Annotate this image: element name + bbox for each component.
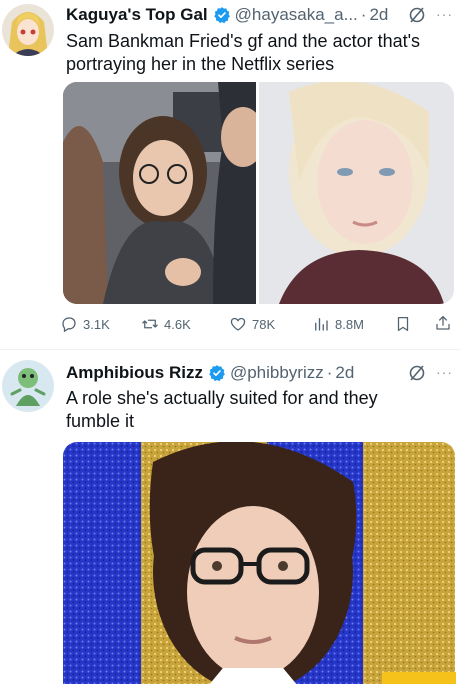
timestamp[interactable]: 2d	[335, 363, 354, 383]
like-count: 78K	[252, 316, 276, 332]
views-count: 8.8M	[335, 316, 364, 332]
more-options-icon[interactable]: ···	[436, 364, 453, 380]
views-icon	[315, 318, 328, 331]
photo-left[interactable]	[63, 82, 256, 304]
bookmark-button[interactable]	[394, 315, 412, 333]
verified-badge-icon	[213, 6, 231, 24]
handle[interactable]: @phibbyrizz	[230, 363, 324, 383]
tweet-header: Kaguya's Top Gal @hayasaka_a... · 2d	[66, 4, 388, 26]
handle[interactable]: @hayasaka_a...	[235, 5, 358, 25]
verified-badge-icon	[208, 364, 226, 382]
tweet-text: Sam Bankman Fried's gf and the actor tha…	[66, 31, 421, 74]
avatar[interactable]	[2, 4, 54, 56]
action-bar: 3.1K 4.6K 78K 8.8M	[60, 313, 460, 337]
timestamp[interactable]: 2d	[369, 5, 388, 25]
tweet-1[interactable]: Kaguya's Top Gal @hayasaka_a... · 2d ···…	[0, 0, 460, 350]
reply-button[interactable]: 3.1K	[60, 315, 110, 333]
share-button[interactable]	[434, 314, 452, 332]
separator-dot: ·	[360, 5, 367, 24]
display-name[interactable]: Amphibious Rizz	[66, 363, 203, 383]
bookmark-icon	[397, 316, 409, 332]
tweet-header: Amphibious Rizz @phibbyrizz · 2d	[66, 362, 354, 384]
grok-icon[interactable]	[407, 5, 427, 25]
tweet-text: A role she's actually suited for and the…	[66, 388, 378, 431]
retweet-icon	[142, 319, 158, 329]
reply-count: 3.1K	[83, 316, 110, 332]
photo-right[interactable]	[259, 82, 454, 304]
like-button[interactable]: 78K	[229, 315, 275, 333]
grok-icon[interactable]	[407, 363, 427, 383]
separator-dot: ·	[326, 363, 333, 382]
share-icon	[436, 315, 450, 330]
reply-icon	[62, 317, 76, 333]
views-button[interactable]: 8.8M	[312, 315, 364, 333]
more-options-icon[interactable]: ···	[436, 6, 453, 22]
retweet-count: 4.6K	[164, 316, 191, 332]
retweet-button[interactable]: 4.6K	[141, 315, 191, 333]
tweet-2[interactable]: Amphibious Rizz @phibbyrizz · 2d ··· A r…	[0, 350, 460, 684]
avatar[interactable]	[2, 360, 54, 412]
heart-icon	[230, 317, 246, 331]
photo[interactable]	[63, 442, 455, 684]
display-name[interactable]: Kaguya's Top Gal	[66, 5, 208, 25]
site-watermark	[382, 672, 456, 684]
